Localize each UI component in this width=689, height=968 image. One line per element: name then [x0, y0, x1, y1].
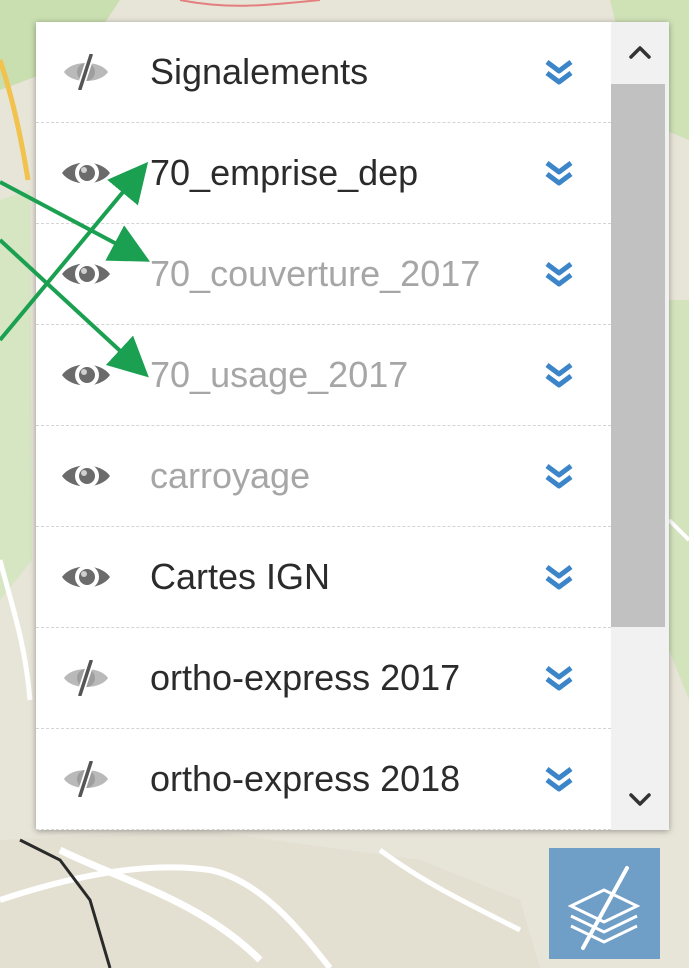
- double-chevron-down-icon[interactable]: [541, 157, 577, 189]
- double-chevron-down-icon[interactable]: [541, 561, 577, 593]
- scrollbar-thumb[interactable]: [611, 84, 665, 627]
- layer-row[interactable]: ortho-express 2018: [36, 729, 611, 830]
- layer-row[interactable]: ortho-express 2017: [36, 628, 611, 729]
- eye-icon[interactable]: [60, 155, 112, 191]
- double-chevron-down-icon[interactable]: [541, 763, 577, 795]
- layer-label: 70_usage_2017: [150, 354, 409, 395]
- layer-label: Cartes IGN: [150, 556, 331, 597]
- eye-slash-icon[interactable]: [60, 54, 112, 90]
- eye-slash-icon[interactable]: [60, 761, 112, 797]
- layer-switcher-button[interactable]: [549, 848, 660, 959]
- layer-row[interactable]: carroyage: [36, 426, 611, 527]
- double-chevron-down-icon[interactable]: [541, 460, 577, 492]
- layer-row[interactable]: 70_couverture_2017: [36, 224, 611, 325]
- scrollbar[interactable]: [611, 22, 669, 830]
- layer-row[interactable]: Cartes IGN: [36, 527, 611, 628]
- double-chevron-down-icon[interactable]: [541, 258, 577, 290]
- layer-row[interactable]: 70_emprise_dep: [36, 123, 611, 224]
- eye-icon[interactable]: [60, 559, 112, 595]
- scroll-up-button[interactable]: [611, 22, 669, 82]
- layer-label: 70_emprise_dep: [150, 152, 419, 193]
- eye-icon[interactable]: [60, 357, 112, 393]
- double-chevron-down-icon[interactable]: [541, 359, 577, 391]
- layer-row[interactable]: Signalements: [36, 22, 611, 123]
- layer-list-panel: Signalements 70_emprise_dep 70_couverture_…: [36, 22, 669, 830]
- layer-row[interactable]: 70_usage_2017: [36, 325, 611, 426]
- layers-icon: [567, 866, 641, 950]
- layer-label: carroyage: [150, 455, 311, 496]
- layer-label: Signalements: [150, 51, 369, 92]
- double-chevron-down-icon[interactable]: [541, 662, 577, 694]
- scroll-down-button[interactable]: [611, 770, 669, 830]
- chevron-up-icon: [629, 46, 651, 59]
- layer-label: ortho-express 2017: [150, 657, 461, 698]
- double-chevron-down-icon[interactable]: [541, 56, 577, 88]
- layer-label: 70_couverture_2017: [150, 253, 481, 294]
- chevron-down-icon: [629, 793, 651, 806]
- eye-icon[interactable]: [60, 458, 112, 494]
- layer-label: ortho-express 2018: [150, 758, 461, 799]
- eye-slash-icon[interactable]: [60, 660, 112, 696]
- eye-icon[interactable]: [60, 256, 112, 292]
